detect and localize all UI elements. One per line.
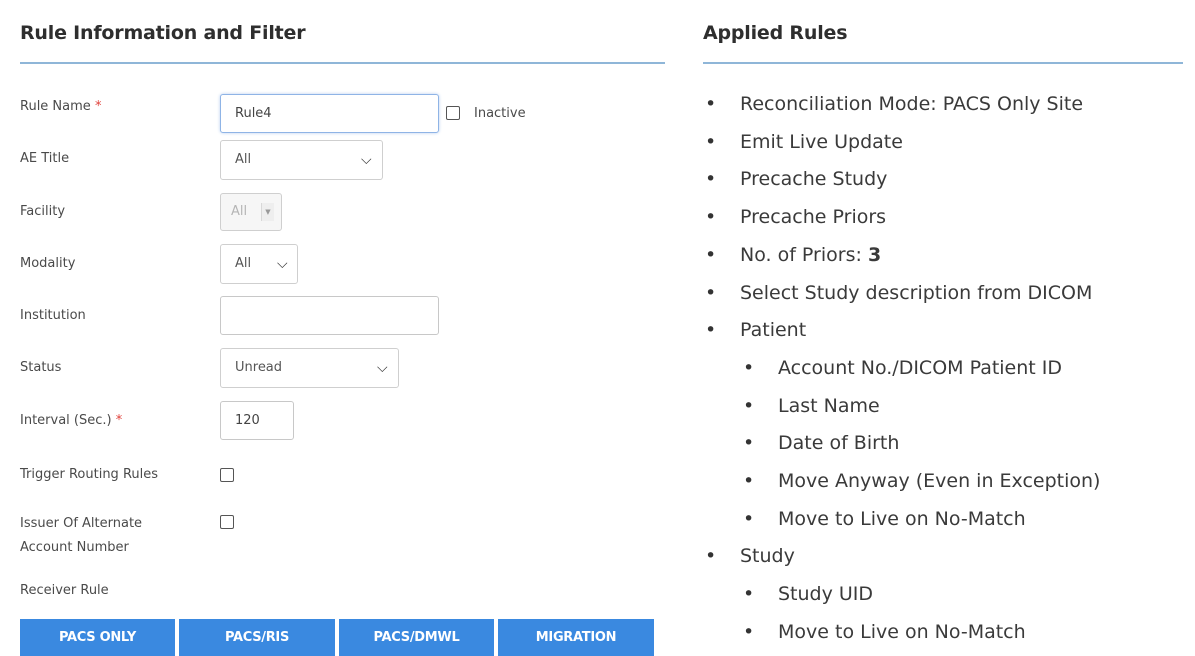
issuer-alt-checkbox[interactable] (220, 515, 234, 529)
ae-title-value: All (235, 152, 252, 167)
list-item: • Date of Birth (703, 425, 1100, 463)
rule-info-divider (20, 62, 665, 64)
ae-title-label: AE Title (20, 151, 70, 166)
issuer-alt-label-line2: Account Number (20, 540, 129, 555)
trigger-routing-checkbox[interactable] (220, 468, 234, 482)
rule-text: Last Name (778, 394, 880, 417)
rule-text: Study UID (778, 583, 874, 606)
list-item: • Precache Priors (703, 199, 1100, 237)
list-item: • No. of Priors: 3 (703, 237, 1100, 275)
modality-select[interactable]: All ⌵ (220, 244, 298, 284)
chevron-down-icon: ⌵ (377, 360, 388, 376)
rule-name-input[interactable] (220, 94, 439, 133)
list-item: • Precache Study (703, 161, 1100, 199)
chevron-down-icon: ⌵ (277, 256, 288, 272)
pacs-dmwl-button[interactable]: PACS/DMWL (339, 619, 494, 656)
bullet-icon: • (705, 168, 717, 191)
list-item: • Move Anyway (Even in Exception) (703, 463, 1100, 501)
rule-text: Move to Live on No-Match (778, 507, 1026, 530)
list-item: • Reconciliation Mode: PACS Only Site (703, 86, 1100, 124)
bullet-icon: • (705, 93, 717, 115)
bullet-icon: • (743, 356, 755, 379)
facility-select: All ▼ (220, 193, 282, 231)
trigger-routing-label: Trigger Routing Rules (20, 467, 159, 482)
inactive-checkbox[interactable] (446, 106, 460, 120)
institution-input[interactable] (220, 296, 439, 335)
rule-text: Select Study description from DICOM (740, 281, 1093, 304)
rule-name-label: Rule Name * (20, 96, 101, 117)
bullet-icon: • (743, 470, 755, 493)
bullet-icon: • (743, 620, 755, 643)
rule-text: Date of Birth (778, 432, 900, 455)
list-item: • Study (703, 538, 1100, 576)
caret-down-icon: ▼ (261, 203, 274, 221)
rule-text: Emit Live Update (740, 130, 903, 153)
rule-text: Patient (740, 319, 807, 342)
bullet-icon: • (743, 507, 755, 530)
facility-value: All (231, 204, 248, 219)
bullet-icon: • (705, 319, 717, 342)
bullet-icon: • (705, 243, 717, 266)
issuer-alt-label-line1: Issuer Of Alternate (20, 516, 143, 531)
bullet-icon: • (705, 206, 717, 229)
pacs-ris-button[interactable]: PACS/RIS (179, 619, 335, 656)
facility-label: Facility (20, 204, 66, 219)
bullet-icon: • (705, 130, 717, 153)
status-label: Status (20, 360, 62, 375)
bullet-icon: • (743, 394, 755, 417)
list-item: • Move to Live on No-Match (703, 501, 1100, 539)
institution-label: Institution (20, 308, 86, 323)
rule-text: Study (740, 545, 795, 568)
bullet-icon: • (705, 281, 717, 304)
bullet-icon: • (743, 583, 755, 606)
applied-rules-panel: Applied Rules • Reconciliation Mode: PACS… (703, 0, 1183, 656)
list-item: • Account No./DICOM Patient ID (703, 350, 1100, 388)
list-item: • Move to Live on No-Match (703, 614, 1100, 652)
chevron-down-icon: ⌵ (361, 152, 372, 168)
pacs-only-button[interactable]: PACS ONLY (20, 619, 175, 656)
rule-text: Reconciliation Mode: PACS Only Site (740, 93, 1084, 115)
bullet-icon: • (743, 432, 755, 455)
interval-input[interactable] (220, 401, 294, 440)
migration-button[interactable]: MIGRATION (498, 619, 654, 656)
priors-count: 3 (867, 243, 882, 266)
rule-text: No. of Priors: (740, 243, 868, 266)
applied-rules-divider (703, 62, 1183, 64)
status-select[interactable]: Unread ⌵ (220, 348, 399, 388)
rule-name-label-text: Rule Name (20, 99, 91, 114)
applied-rules-list: • Reconciliation Mode: PACS Only Site • Em… (703, 86, 1100, 652)
rule-text: Precache Study (740, 168, 888, 191)
applied-rules-title: Applied Rules (703, 22, 848, 44)
interval-label: Interval (Sec.) * (20, 410, 122, 431)
rule-text: Account No./DICOM Patient ID (778, 356, 1063, 379)
rule-name-required-mark: * (94, 99, 102, 114)
receiver-rule-label: Receiver Rule (20, 583, 109, 598)
list-item: • Select Study description from DICOM (703, 275, 1100, 313)
modality-label: Modality (20, 256, 76, 271)
list-item: • Patient (703, 312, 1100, 350)
list-item: • Emit Live Update (703, 124, 1100, 162)
rule-text: Precache Priors (740, 206, 887, 229)
rule-info-title: Rule Information and Filter (20, 22, 306, 44)
inactive-label: Inactive (474, 106, 526, 121)
interval-required-mark: * (115, 413, 123, 428)
rule-text: Move Anyway (Even in Exception) (778, 470, 1101, 493)
interval-label-text: Interval (Sec.) (20, 413, 112, 428)
rule-info-panel: Rule Information and Filter Rule Name * … (20, 0, 665, 656)
ae-title-select[interactable]: All ⌵ (220, 140, 383, 180)
modality-value: All (235, 256, 252, 271)
status-value: Unread (235, 360, 283, 375)
list-item: • Last Name (703, 388, 1100, 426)
rule-text: Move to Live on No-Match (778, 620, 1026, 643)
bullet-icon: • (705, 545, 717, 568)
list-item: • Study UID (703, 576, 1100, 614)
